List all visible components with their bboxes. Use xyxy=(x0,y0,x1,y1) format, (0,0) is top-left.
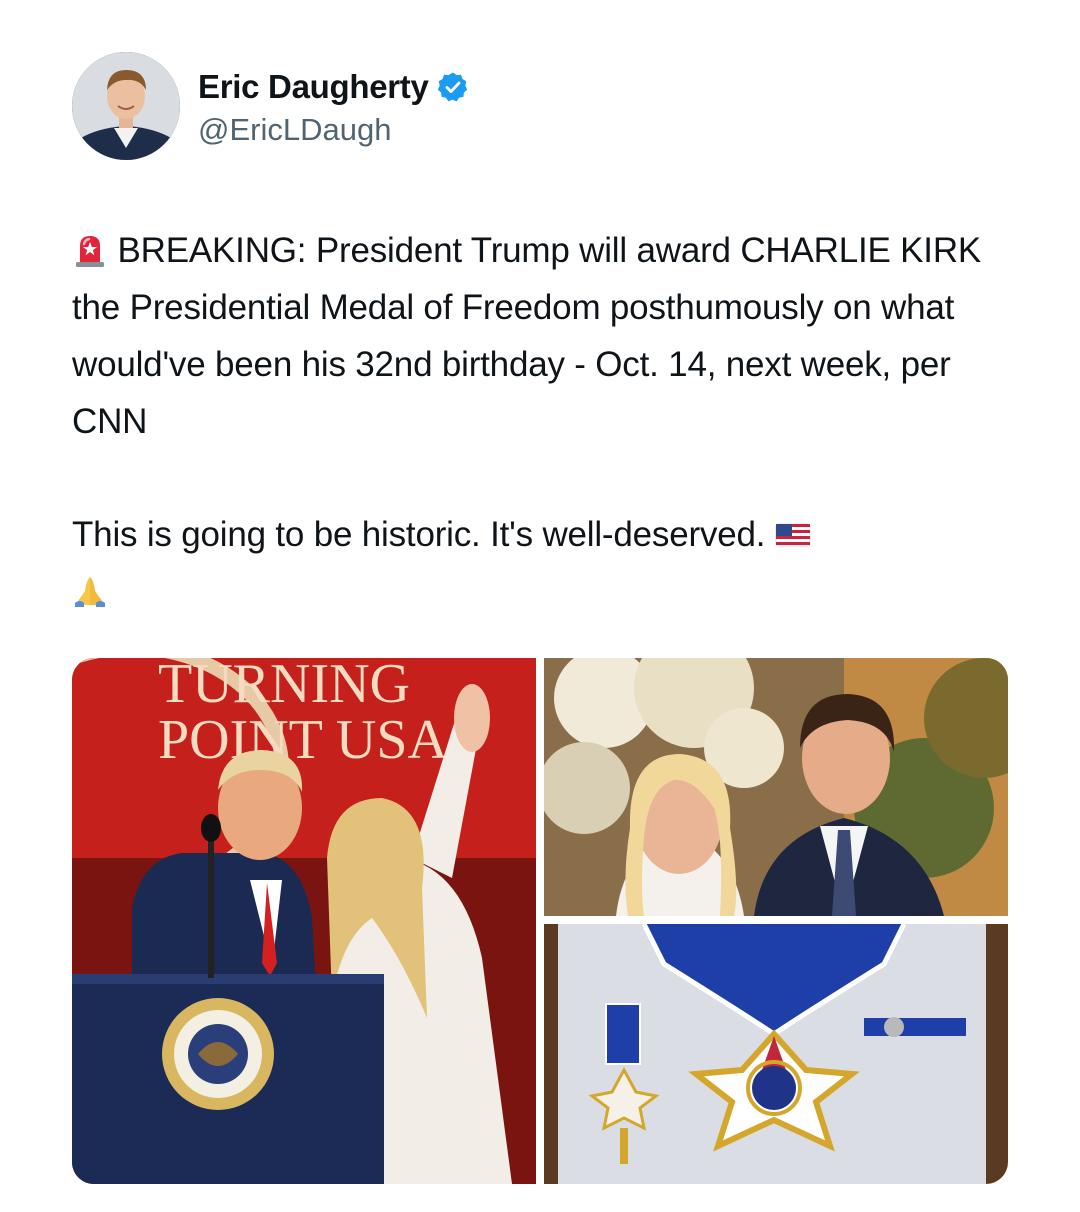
media-grid: TURNING POINT USA xyxy=(72,658,1008,1184)
tweet-paragraph-1-text: BREAKING: President Trump will award CHA… xyxy=(72,231,991,441)
rotating-light-emoji-icon xyxy=(72,228,108,267)
tweet-paragraph-2-text: This is going to be historic. It's well-… xyxy=(72,515,766,554)
verified-badge-icon xyxy=(437,71,469,103)
folded-hands-emoji-icon xyxy=(72,569,108,607)
medal-photo[interactable] xyxy=(544,924,1008,1184)
handle[interactable]: @EricLDaugh xyxy=(198,112,469,148)
couple-photo[interactable] xyxy=(544,658,1008,916)
sign-line-1: TURNING xyxy=(158,658,410,715)
us-flag-emoji-icon xyxy=(775,512,811,548)
display-name[interactable]: Eric Daugherty xyxy=(198,68,429,106)
rally-photo[interactable]: TURNING POINT USA xyxy=(72,658,536,1184)
tweet-header: Eric Daugherty @EricLDaugh xyxy=(72,52,469,162)
tweet-paragraph-1: BREAKING: President Trump will award CHA… xyxy=(72,222,1012,450)
tweet-body: BREAKING: President Trump will award CHA… xyxy=(72,222,1012,620)
avatar[interactable] xyxy=(72,52,180,160)
tweet-paragraph-2: This is going to be historic. It's well-… xyxy=(72,506,1012,620)
sign-line-2: POINT USA xyxy=(158,709,448,771)
